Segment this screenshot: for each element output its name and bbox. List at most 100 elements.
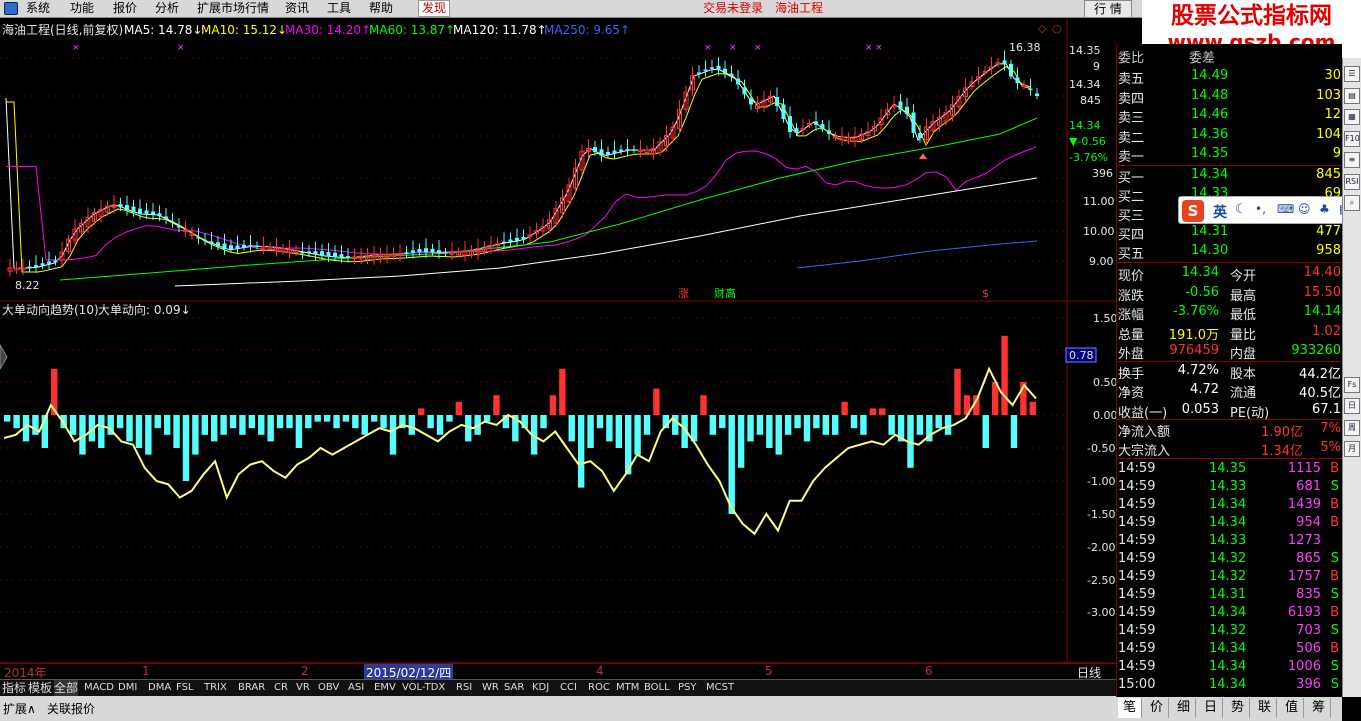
detail-tab[interactable]: 值 — [1280, 698, 1304, 718]
menu-system[interactable]: 系统 — [26, 1, 50, 16]
price-axis-label: 845 — [1080, 94, 1101, 107]
grid-icon[interactable]: ▦ — [1344, 109, 1360, 125]
month-icon[interactable]: 月 — [1344, 441, 1360, 457]
candle-body — [736, 78, 740, 85]
detail-tab[interactable]: 细 — [1172, 698, 1196, 718]
indicator-tab[interactable]: ASI — [348, 680, 364, 696]
top-marker-icon: × — [72, 43, 80, 53]
indicator-tab[interactable]: EMV — [374, 680, 396, 696]
menu-quote[interactable]: 报价 — [113, 1, 137, 16]
indicator-tab[interactable]: CR — [274, 680, 288, 696]
menu-news[interactable]: 资讯 — [285, 1, 309, 16]
login-status[interactable]: 交易未登录 — [703, 1, 763, 16]
punct-icon[interactable]: •, — [1255, 202, 1266, 216]
detail-tab[interactable]: 笔 — [1118, 698, 1142, 718]
candle-body — [814, 121, 818, 125]
candle-body — [196, 237, 201, 239]
f10-icon[interactable]: F10 — [1344, 130, 1360, 147]
menu-discover[interactable]: 发现 — [418, 0, 451, 17]
tab-quote[interactable]: 行 情 — [1084, 0, 1132, 18]
keyboard-icon[interactable]: ⌨ — [1277, 202, 1294, 216]
indicator-bar — [248, 415, 256, 429]
indicator-bar — [135, 415, 143, 448]
calendar-icon[interactable]: 日 — [1344, 398, 1360, 414]
collapse-icon[interactable]: ◇ — [1038, 22, 1047, 35]
indicator-tab[interactable]: BRAR — [238, 680, 265, 696]
moon-icon[interactable]: ☾ — [1235, 202, 1247, 217]
indicator-bar — [239, 415, 246, 435]
indicator-tab[interactable]: 模板 — [28, 680, 52, 696]
menu-function[interactable]: 功能 — [70, 1, 94, 16]
kline-chart-area[interactable]: 海油工程(日线,前复权) MA5: 14.78↓ MA10: 15.12↓ MA… — [0, 18, 1118, 664]
menu-help[interactable]: 帮助 — [369, 1, 393, 16]
quote-label: 流通 — [1230, 386, 1257, 401]
indicator-tab[interactable]: ROC — [588, 680, 610, 696]
tick-volume: 681 — [1296, 479, 1321, 494]
ime-mode[interactable]: 英 — [1213, 202, 1227, 222]
indicator-tab[interactable]: RSI — [456, 680, 472, 696]
tick-side: S — [1330, 659, 1339, 674]
indicator-tab[interactable]: KDJ — [532, 680, 549, 696]
indicator-bar — [323, 415, 331, 422]
indicator-bar — [493, 395, 500, 415]
price-axis-label: 14.35 — [1069, 44, 1101, 57]
linked-quote-button[interactable]: 关联报价 — [47, 700, 95, 717]
indicator-tab[interactable]: MTM — [616, 680, 639, 696]
stock-name: 海油工程 — [775, 1, 824, 15]
menu-ext-market[interactable]: 扩展市场行情 — [197, 1, 269, 16]
indicator-bar — [766, 415, 773, 448]
menu-tools[interactable]: 工具 — [327, 1, 351, 16]
menu-analysis[interactable]: 分析 — [155, 1, 179, 16]
app-logo-icon — [4, 2, 18, 15]
detail-tab[interactable]: 筹 — [1307, 698, 1331, 718]
indicator-bar — [916, 415, 924, 435]
search-icon[interactable]: ⌕ — [1344, 195, 1360, 211]
quote-label: 量比 — [1230, 327, 1257, 343]
ask-volume: 9 — [1332, 146, 1341, 161]
ime-toolbar[interactable]: S 英 ☾ •, ⌨ ☺ ♣ ▦ — [1178, 196, 1361, 224]
week-icon[interactable]: 周 — [1344, 419, 1360, 436]
indicator-bar — [163, 415, 171, 435]
detail-tab[interactable]: 价 — [1145, 698, 1169, 718]
indicator-tab[interactable]: MACD — [84, 680, 114, 696]
detail-tab[interactable]: 势 — [1226, 698, 1250, 718]
rsi-icon[interactable]: RSI — [1344, 173, 1360, 190]
expand-button[interactable]: 扩展∧ — [3, 700, 36, 717]
tick-time: 14:59 — [1118, 479, 1156, 494]
tick-row: 14:59 14.34 6193 B — [1117, 604, 1343, 623]
indicator-tab[interactable]: CCI — [560, 680, 577, 696]
indicator-tab[interactable]: DMA — [148, 680, 171, 696]
candle-body — [313, 251, 318, 255]
indicator-bar — [455, 401, 463, 415]
ask-price: 14.35 — [1191, 146, 1229, 161]
indicator-tab[interactable]: MCST — [706, 680, 734, 696]
detail-tab[interactable]: 日 — [1199, 698, 1223, 718]
kline-chart-svg[interactable]: 海油工程(日线,前复权) MA5: 14.78↓ MA10: 15.12↓ MA… — [0, 18, 1118, 664]
indicator-tab[interactable]: TRIX — [204, 680, 227, 696]
indicator-tab[interactable]: VR — [296, 680, 310, 696]
indicator-tab[interactable]: BOLL — [644, 680, 670, 696]
indicator-tab[interactable]: VOL-TDX — [402, 680, 445, 696]
indicator-bar — [935, 415, 942, 429]
user-icon[interactable]: ☺ — [1298, 202, 1311, 216]
indicator-tab[interactable]: PSY — [678, 680, 697, 696]
bid-row: 买一 14.34 845 — [1117, 166, 1343, 186]
indicator-tab[interactable]: WR — [482, 680, 499, 696]
indicator-tab[interactable]: DMI — [118, 680, 137, 696]
close-icon[interactable]: ○ — [1052, 22, 1062, 35]
tick-side: S — [1330, 479, 1339, 494]
list-icon[interactable]: ☰ — [1344, 66, 1360, 82]
indicator-tab[interactable]: OBV — [318, 680, 339, 696]
indicator-tab[interactable]: 全部 — [54, 680, 79, 696]
signal-label: 财高 — [714, 286, 736, 300]
indicator-tab[interactable]: FSL — [176, 680, 194, 696]
indicator-tab[interactable]: SAR — [504, 680, 524, 696]
skin-icon[interactable]: ♣ — [1319, 202, 1330, 216]
tick-time: 14:59 — [1118, 497, 1156, 512]
news-icon[interactable]: ≡ — [1344, 152, 1360, 168]
indicator-tab[interactable]: 指标 — [2, 680, 26, 696]
chart-icon[interactable]: ▤ — [1344, 87, 1360, 104]
fs-icon[interactable]: Fs — [1344, 376, 1360, 393]
detail-tab[interactable]: 联 — [1253, 698, 1277, 718]
candle-body — [911, 112, 916, 133]
